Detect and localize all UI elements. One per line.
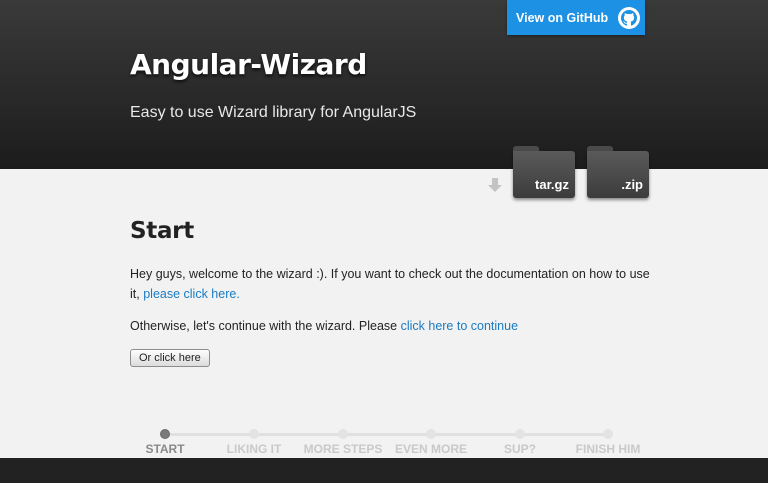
step-sup[interactable]: SUP? xyxy=(470,429,570,456)
page-footer xyxy=(0,458,768,483)
page-header: Angular-Wizard Easy to use Wizard librar… xyxy=(0,0,768,169)
download-targz-label: tar.gz xyxy=(535,177,569,192)
documentation-link[interactable]: please click here. xyxy=(143,287,240,301)
step-indicator-dot xyxy=(515,429,525,439)
step-label: MORE STEPS xyxy=(303,442,383,456)
download-zip-label: .zip xyxy=(621,177,643,192)
github-icon xyxy=(618,6,641,29)
or-click-here-button[interactable]: Or click here xyxy=(130,349,210,367)
step-start[interactable]: START xyxy=(115,429,215,456)
step-more-steps[interactable]: MORE STEPS xyxy=(293,429,393,456)
step-indicator-dot xyxy=(338,429,348,439)
download-targz-button[interactable]: tar.gz xyxy=(513,146,575,198)
continue-link[interactable]: click here to continue xyxy=(401,319,518,333)
page-title: Angular-Wizard xyxy=(130,48,367,81)
page-subtitle: Easy to use Wizard library for AngularJS xyxy=(130,104,417,121)
continue-paragraph: Otherwise, let's continue with the wizar… xyxy=(130,316,650,336)
step-label: EVEN MORE xyxy=(394,442,467,456)
step-label: LIKING IT xyxy=(226,442,282,456)
step-label: START xyxy=(145,442,185,456)
step-finish-him[interactable]: FINISH HIM xyxy=(558,429,658,456)
download-zip-button[interactable]: .zip xyxy=(587,146,649,198)
step-even-more[interactable]: EVEN MORE xyxy=(381,429,481,456)
github-button[interactable]: View on GitHub xyxy=(507,0,645,35)
step-indicator-dot xyxy=(160,429,170,439)
wizard-content: Start Hey guys, welcome to the wizard :)… xyxy=(130,218,650,367)
intro-paragraph: Hey guys, welcome to the wizard :). If y… xyxy=(130,264,650,304)
step-label: SUP? xyxy=(503,442,536,456)
step-indicator-dot xyxy=(426,429,436,439)
step-indicator-dot xyxy=(603,429,613,439)
download-arrow-icon xyxy=(488,178,502,192)
step-liking-it[interactable]: LIKING IT xyxy=(204,429,304,456)
github-button-label: View on GitHub xyxy=(516,10,609,25)
step-label: FINISH HIM xyxy=(575,442,641,456)
step-heading: Start xyxy=(130,218,194,244)
continue-text: Otherwise, let's continue with the wizar… xyxy=(130,319,398,333)
step-indicator-dot xyxy=(249,429,259,439)
